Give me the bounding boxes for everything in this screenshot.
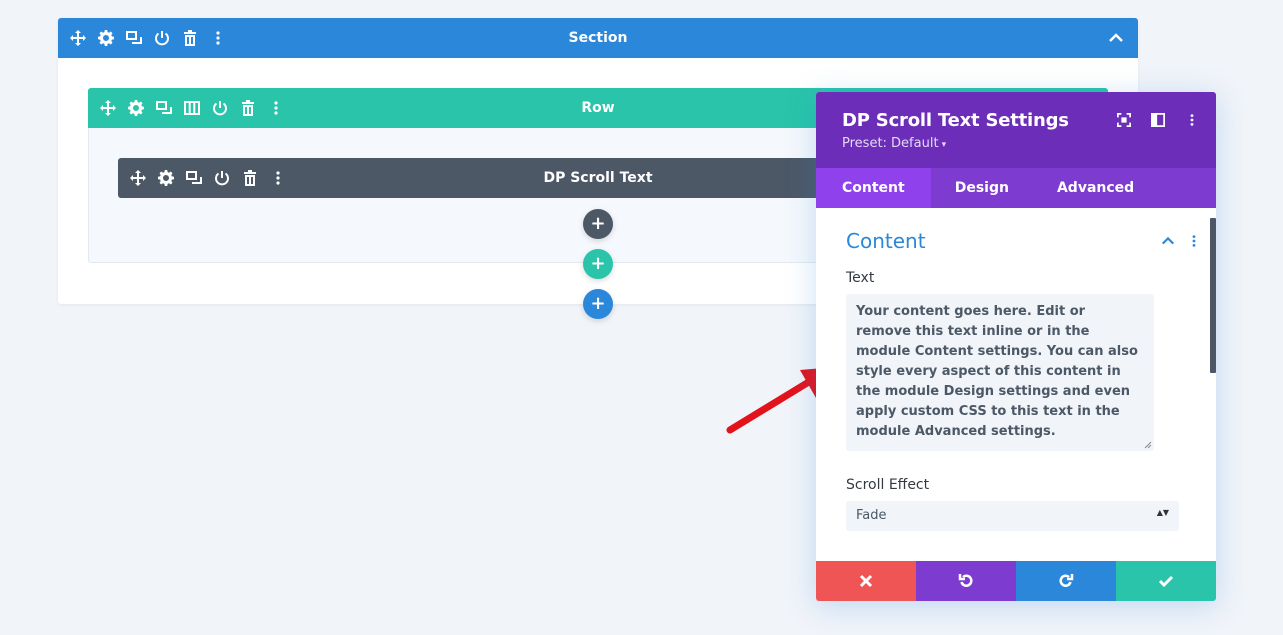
text-textarea-value: Your content goes here. Edit or remove t… bbox=[856, 304, 1138, 439]
add-row-button[interactable]: + bbox=[583, 249, 613, 279]
caret-down-icon: ▾ bbox=[941, 140, 947, 150]
sidebar-icon[interactable] bbox=[1148, 110, 1168, 130]
scroll-effect-label: Scroll Effect bbox=[846, 477, 930, 493]
duplicate-icon[interactable] bbox=[124, 28, 144, 48]
text-field-label: Text bbox=[846, 270, 875, 286]
more-icon[interactable] bbox=[1182, 110, 1202, 130]
more-icon[interactable] bbox=[266, 98, 286, 118]
undo-icon bbox=[958, 574, 973, 587]
modal-body: Content Text Your content goes here. Edi… bbox=[816, 208, 1216, 561]
resize-handle-icon[interactable] bbox=[1144, 441, 1152, 449]
columns-icon[interactable] bbox=[182, 98, 202, 118]
content-group-header[interactable]: Content bbox=[846, 208, 1196, 256]
tab-advanced[interactable]: Advanced bbox=[1033, 168, 1158, 208]
add-module-button[interactable]: + bbox=[583, 209, 613, 239]
tab-design[interactable]: Design bbox=[931, 168, 1033, 208]
undo-button[interactable] bbox=[916, 561, 1016, 601]
power-icon[interactable] bbox=[212, 168, 232, 188]
content-group-title: Content bbox=[846, 229, 926, 253]
more-icon[interactable] bbox=[1184, 231, 1204, 251]
trash-icon[interactable] bbox=[238, 98, 258, 118]
redo-button[interactable] bbox=[1016, 561, 1116, 601]
text-textarea[interactable]: Your content goes here. Edit or remove t… bbox=[846, 294, 1154, 451]
expand-icon[interactable] bbox=[1114, 110, 1134, 130]
move-icon[interactable] bbox=[98, 98, 118, 118]
scroll-effect-value: Fade bbox=[856, 508, 887, 523]
select-arrows-icon: ▲▼ bbox=[1156, 508, 1169, 517]
scroll-effect-select[interactable]: Fade ▲▼ bbox=[846, 501, 1179, 531]
gear-icon[interactable] bbox=[126, 98, 146, 118]
tab-content[interactable]: Content bbox=[816, 168, 931, 208]
trash-icon[interactable] bbox=[180, 28, 200, 48]
chevron-up-icon[interactable] bbox=[1106, 28, 1126, 48]
duplicate-icon[interactable] bbox=[154, 98, 174, 118]
duplicate-icon[interactable] bbox=[184, 168, 204, 188]
check-icon bbox=[1158, 575, 1174, 588]
trash-icon[interactable] bbox=[240, 168, 260, 188]
save-button[interactable] bbox=[1116, 561, 1216, 601]
redo-icon bbox=[1059, 574, 1074, 587]
modal-footer bbox=[816, 561, 1216, 601]
power-icon[interactable] bbox=[152, 28, 172, 48]
gear-icon[interactable] bbox=[156, 168, 176, 188]
preset-label: Preset: Default bbox=[842, 136, 939, 151]
modal-tabs: Content Design Advanced bbox=[816, 168, 1216, 208]
move-icon[interactable] bbox=[128, 168, 148, 188]
move-icon[interactable] bbox=[68, 28, 88, 48]
modal-scrollbar[interactable] bbox=[1210, 218, 1216, 373]
more-icon[interactable] bbox=[268, 168, 288, 188]
more-icon[interactable] bbox=[208, 28, 228, 48]
add-section-button[interactable]: + bbox=[583, 289, 613, 319]
settings-modal[interactable]: DP Scroll Text Settings Preset: Default ▾… bbox=[816, 92, 1216, 601]
discard-button[interactable] bbox=[816, 561, 916, 601]
preset-dropdown[interactable]: Preset: Default ▾ bbox=[842, 136, 1216, 151]
section-toolbar[interactable]: Section bbox=[58, 18, 1138, 58]
modal-header[interactable]: DP Scroll Text Settings Preset: Default ▾ bbox=[816, 92, 1216, 168]
close-icon bbox=[859, 574, 873, 588]
power-icon[interactable] bbox=[210, 98, 230, 118]
gear-icon[interactable] bbox=[96, 28, 116, 48]
chevron-up-icon[interactable] bbox=[1158, 231, 1178, 251]
